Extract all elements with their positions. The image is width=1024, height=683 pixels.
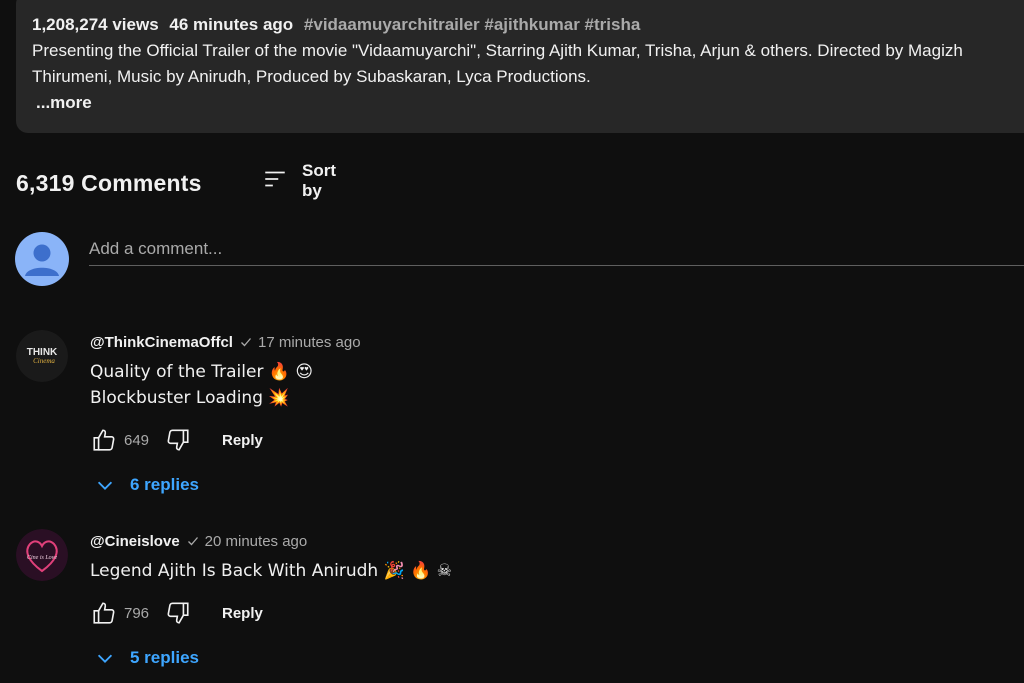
comment-actions: 649 Reply xyxy=(90,425,1010,455)
thumbs-down-icon xyxy=(167,429,189,451)
like-button[interactable] xyxy=(90,426,118,454)
comment-header: @ThinkCinemaOffcl 17 minutes ago xyxy=(90,330,1010,354)
add-comment-input[interactable] xyxy=(89,232,1024,266)
description-line-2: Thirumeni, Music by Anirudh, Produced by… xyxy=(32,67,591,86)
description-line-1: Presenting the Official Trailer of the m… xyxy=(32,41,963,60)
hashtags[interactable]: #vidaamuyarchitrailer #ajithkumar #trish… xyxy=(304,15,640,34)
comments-count: 6,319 Comments xyxy=(16,169,202,196)
like-button[interactable] xyxy=(90,599,118,627)
thumbs-up-icon xyxy=(93,602,115,624)
sort-by-button[interactable]: Sort by xyxy=(262,161,336,200)
user-icon xyxy=(25,244,59,276)
dislike-button[interactable] xyxy=(164,426,192,454)
svg-text:Cine is Love: Cine is Love xyxy=(27,555,57,561)
view-count: 1,208,274 views xyxy=(32,15,159,34)
sort-by-label: Sort by xyxy=(302,161,336,200)
thumbs-up-icon xyxy=(93,429,115,451)
replies-count: 5 replies xyxy=(130,648,199,667)
comment-header: @Cineislove 20 minutes ago xyxy=(90,529,1010,553)
thumbs-down-icon xyxy=(167,602,189,624)
reply-button[interactable]: Reply xyxy=(222,432,263,449)
like-count: 649 xyxy=(124,431,150,449)
comment-actions: 796 Reply xyxy=(90,598,1010,628)
view-replies-button[interactable]: 6 replies xyxy=(94,471,1010,499)
comment-time[interactable]: 17 minutes ago xyxy=(258,334,361,351)
replies-count: 6 replies xyxy=(130,475,199,494)
sort-icon xyxy=(262,166,288,197)
comment-author[interactable]: @ThinkCinemaOffcl xyxy=(90,334,233,351)
dislike-button[interactable] xyxy=(164,599,192,627)
comment-text: Quality of the Trailer 🔥 😍 Blockbuster L… xyxy=(90,362,314,408)
view-replies-button[interactable]: 5 replies xyxy=(94,644,1010,672)
reply-button[interactable]: Reply xyxy=(222,605,263,622)
upload-age: 46 minutes ago xyxy=(169,15,294,34)
youtube-comments-page: 1,208,274 views 46 minutes ago #vidaamuy… xyxy=(0,0,1024,683)
svg-text:Cinema: Cinema xyxy=(33,357,55,365)
chevron-down-icon xyxy=(97,654,113,663)
commenter-avatar[interactable]: Cine is Love xyxy=(16,529,68,581)
verified-check-icon xyxy=(241,338,251,347)
like-count: 796 xyxy=(124,604,150,622)
comment-body: @Cineislove 20 minutes ago Legend Ajith … xyxy=(90,529,1010,672)
show-more-button[interactable]: ...more xyxy=(36,90,1024,116)
chevron-down-icon xyxy=(97,481,113,490)
description-meta: 1,208,274 views 46 minutes ago #vidaamuy… xyxy=(32,12,1024,38)
comment-time[interactable]: 20 minutes ago xyxy=(205,533,308,550)
comment-text: Legend Ajith Is Back With Anirudh 🎉 🔥 ☠ xyxy=(90,561,452,581)
comment-body: @ThinkCinemaOffcl 17 minutes ago Quality… xyxy=(90,330,1010,499)
video-description[interactable]: 1,208,274 views 46 minutes ago #vidaamuy… xyxy=(16,0,1024,133)
avatar xyxy=(15,232,69,286)
commenter-avatar[interactable]: THINK Cinema xyxy=(16,330,68,382)
add-comment-box xyxy=(15,232,1024,288)
verified-check-icon xyxy=(187,537,198,546)
comments-header: 6,319 Comments Sort by xyxy=(16,161,336,200)
comment-author[interactable]: @Cineislove xyxy=(90,533,180,550)
